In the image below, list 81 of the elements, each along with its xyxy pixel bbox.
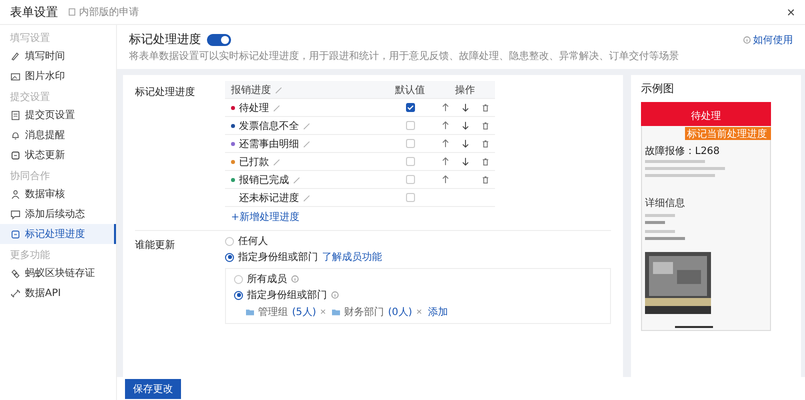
group-name: 管理组 bbox=[258, 306, 288, 319]
pencil-icon[interactable] bbox=[273, 158, 281, 166]
progress-name: 发票信息不全 bbox=[239, 120, 299, 132]
pencil-icon[interactable] bbox=[273, 104, 281, 112]
pencil-icon[interactable] bbox=[303, 122, 311, 130]
add-link[interactable]: 添加 bbox=[428, 305, 448, 319]
pen-icon bbox=[10, 50, 21, 62]
progress-name: 报销已完成 bbox=[239, 174, 289, 186]
help-link[interactable]: 如何使用 bbox=[743, 32, 793, 46]
window-title: 表单设置 bbox=[10, 4, 58, 20]
trash-icon[interactable] bbox=[480, 175, 490, 184]
move-down-icon[interactable] bbox=[460, 139, 470, 148]
page-icon bbox=[10, 110, 21, 120]
sidebar-item[interactable]: 填写时间 bbox=[0, 46, 116, 66]
folder-icon bbox=[332, 308, 340, 316]
sidebar-item[interactable]: 蚂蚁区块链存证 bbox=[0, 263, 116, 283]
radio-button[interactable] bbox=[225, 252, 234, 262]
sidebar-item[interactable]: 提交页设置 bbox=[0, 105, 116, 125]
move-up-icon[interactable] bbox=[440, 121, 450, 130]
move-up-icon[interactable] bbox=[440, 175, 450, 184]
sidebar-item[interactable]: 数据API bbox=[0, 283, 116, 303]
sidebar-item[interactable]: 添加后续动态 bbox=[0, 204, 116, 224]
radio-button[interactable] bbox=[234, 290, 243, 300]
progress-name: 待处理 bbox=[239, 102, 269, 114]
group-name: 财务部门 bbox=[344, 306, 384, 319]
info-icon bbox=[331, 291, 339, 299]
sidebar-section-title: 更多功能 bbox=[9, 248, 51, 263]
section-description: 将表单数据设置可以实时标记处理进度，用于跟进和统计，用于意见反馈、故障处理、隐患整改、异常解决、订单交付等场景 bbox=[129, 51, 680, 63]
trash-icon[interactable] bbox=[480, 103, 490, 112]
sidebar-item[interactable]: 消息提醒 bbox=[0, 125, 116, 145]
move-up-icon[interactable] bbox=[440, 139, 450, 148]
save-button[interactable]: 保存更改 bbox=[125, 379, 181, 399]
user-icon bbox=[10, 188, 21, 200]
move-up-icon[interactable] bbox=[440, 157, 450, 166]
add-progress-link[interactable]: +新增处理进度 bbox=[225, 207, 495, 227]
image-icon bbox=[10, 70, 21, 82]
trash-icon[interactable] bbox=[480, 121, 490, 130]
folder-icon bbox=[246, 308, 254, 316]
window-subtitle: 内部版的申请 bbox=[79, 6, 139, 19]
toggle-switch[interactable] bbox=[207, 34, 231, 46]
bell-icon bbox=[10, 130, 21, 140]
sidebar-item[interactable]: 数据审核 bbox=[0, 184, 116, 204]
radio-label[interactable]: 指定身份组或部门 bbox=[247, 288, 327, 302]
radio-label[interactable]: 指定身份组或部门 bbox=[238, 250, 318, 264]
sidebar-section-title: 提交设置 bbox=[9, 90, 51, 105]
close-button[interactable]: × bbox=[786, 4, 795, 20]
sidebar-section-title: 协同合作 bbox=[9, 170, 51, 184]
radio-label[interactable]: 所有成员 bbox=[247, 272, 287, 286]
field-label: 谁能更新 bbox=[135, 238, 176, 253]
column-header: 操作 bbox=[454, 84, 476, 96]
move-down-icon[interactable] bbox=[460, 157, 470, 166]
move-down-icon[interactable] bbox=[460, 103, 470, 112]
trash-icon[interactable] bbox=[480, 157, 490, 166]
field-label: 标记处理进度 bbox=[135, 86, 196, 100]
sidebar-item[interactable]: 图片水印 bbox=[0, 66, 116, 86]
pencil-icon[interactable] bbox=[303, 140, 311, 148]
trash-icon[interactable] bbox=[480, 139, 490, 148]
progress-name: 还需事由明细 bbox=[239, 138, 299, 150]
sidebar-section-title: 填写设置 bbox=[9, 32, 51, 46]
column-header: 默认值 bbox=[394, 84, 426, 96]
sidebar-item[interactable]: 标记处理进度 bbox=[0, 224, 116, 244]
learn-more-link[interactable]: 了解成员功能 bbox=[322, 250, 382, 264]
progress-name: 还未标记进度 bbox=[239, 192, 299, 204]
info-icon bbox=[743, 36, 751, 44]
chat-icon bbox=[10, 208, 21, 220]
chain-icon bbox=[10, 268, 21, 278]
member-count: (5人) bbox=[292, 306, 316, 319]
column-header: 报销进度 bbox=[231, 84, 271, 96]
member-count: (0人) bbox=[388, 306, 412, 319]
sidebar-item[interactable]: 状态更新 bbox=[0, 145, 116, 165]
progress-name: 已打款 bbox=[239, 156, 269, 168]
document-icon bbox=[68, 8, 76, 16]
section-title: 标记处理进度 bbox=[129, 31, 201, 48]
info-icon bbox=[291, 275, 299, 283]
radio-label[interactable]: 任何人 bbox=[238, 234, 268, 248]
preview-title: 示例图 bbox=[641, 81, 675, 96]
move-up-icon[interactable] bbox=[440, 103, 450, 112]
default-checkbox[interactable] bbox=[406, 103, 414, 112]
move-down-icon[interactable] bbox=[460, 121, 470, 130]
pencil-icon[interactable] bbox=[303, 194, 311, 202]
pencil-icon[interactable] bbox=[293, 176, 301, 184]
